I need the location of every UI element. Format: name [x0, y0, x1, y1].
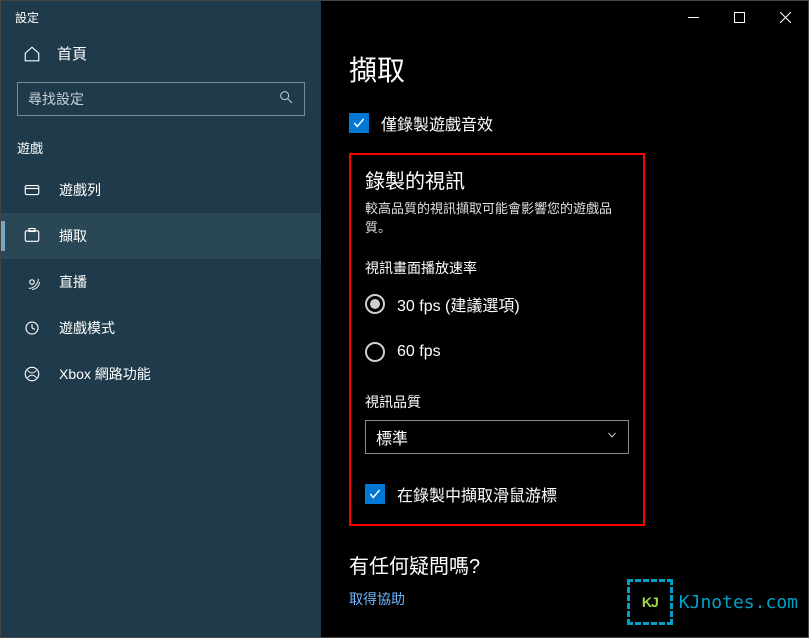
recorded-video-desc: 較高品質的視訊擷取可能會影響您的遊戲品質。: [365, 198, 629, 236]
nav-capture[interactable]: 擷取: [1, 213, 321, 259]
help-heading: 有任何疑問嗎?: [349, 550, 780, 579]
nav-broadcast[interactable]: 直播: [1, 259, 321, 305]
sidebar: 設定 首頁 遊戲 遊戲列 擷取: [1, 1, 321, 637]
recorded-video-section: 錄製的視訊 較高品質的視訊擷取可能會影響您的遊戲品質。 視訊畫面播放速率 30 …: [349, 153, 645, 526]
gamebar-icon: [23, 181, 41, 199]
watermark-text: KJnotes.com: [679, 592, 798, 613]
search-icon: [278, 89, 294, 110]
fps-30-label: 30 fps (建議選項): [397, 292, 520, 316]
fps-30-radio[interactable]: [365, 294, 385, 314]
video-quality-value: 標準: [376, 425, 408, 449]
search-input[interactable]: [28, 91, 248, 107]
window-title: 設定: [1, 1, 321, 33]
capture-mouse-label: 在錄製中擷取滑鼠游標: [397, 482, 557, 506]
video-quality-label: 視訊品質: [365, 392, 629, 412]
fps-60-label: 60 fps: [397, 343, 441, 361]
nav-xbox[interactable]: Xbox 網路功能: [1, 351, 321, 397]
fps-60-radio[interactable]: [365, 342, 385, 362]
main-content: 擷取 僅錄製遊戲音效 錄製的視訊 較高品質的視訊擷取可能會影響您的遊戲品質。 視…: [321, 1, 808, 637]
home-nav[interactable]: 首頁: [1, 33, 321, 76]
only-game-audio-label: 僅錄製遊戲音效: [381, 111, 493, 135]
nav-xbox-label: Xbox 網路功能: [59, 364, 151, 384]
section-label: 遊戲: [1, 130, 321, 167]
chevron-down-icon: [606, 428, 618, 446]
nav-gamemode[interactable]: 遊戲模式: [1, 305, 321, 351]
only-game-audio-checkbox[interactable]: [349, 113, 369, 133]
search-box[interactable]: [17, 82, 305, 116]
frame-rate-label: 視訊畫面播放速率: [365, 258, 629, 278]
page-title: 擷取: [349, 49, 780, 89]
nav-gamemode-label: 遊戲模式: [59, 318, 115, 338]
maximize-button[interactable]: [716, 1, 762, 33]
nav-gamebar-label: 遊戲列: [59, 180, 101, 200]
xbox-icon: [23, 365, 41, 383]
home-label: 首頁: [57, 43, 87, 64]
watermark-logo: KJ: [627, 579, 673, 625]
close-button[interactable]: [762, 1, 808, 33]
capture-icon: [23, 227, 41, 245]
video-quality-dropdown[interactable]: 標準: [365, 420, 629, 454]
home-icon: [23, 45, 41, 63]
recorded-video-heading: 錄製的視訊: [365, 165, 629, 194]
nav-broadcast-label: 直播: [59, 272, 87, 292]
nav-capture-label: 擷取: [59, 226, 87, 246]
gamemode-icon: [23, 319, 41, 337]
capture-mouse-checkbox[interactable]: [365, 484, 385, 504]
watermark: KJ KJnotes.com: [627, 579, 798, 625]
nav-gamebar[interactable]: 遊戲列: [1, 167, 321, 213]
broadcast-icon: [23, 273, 41, 291]
minimize-button[interactable]: [670, 1, 716, 33]
